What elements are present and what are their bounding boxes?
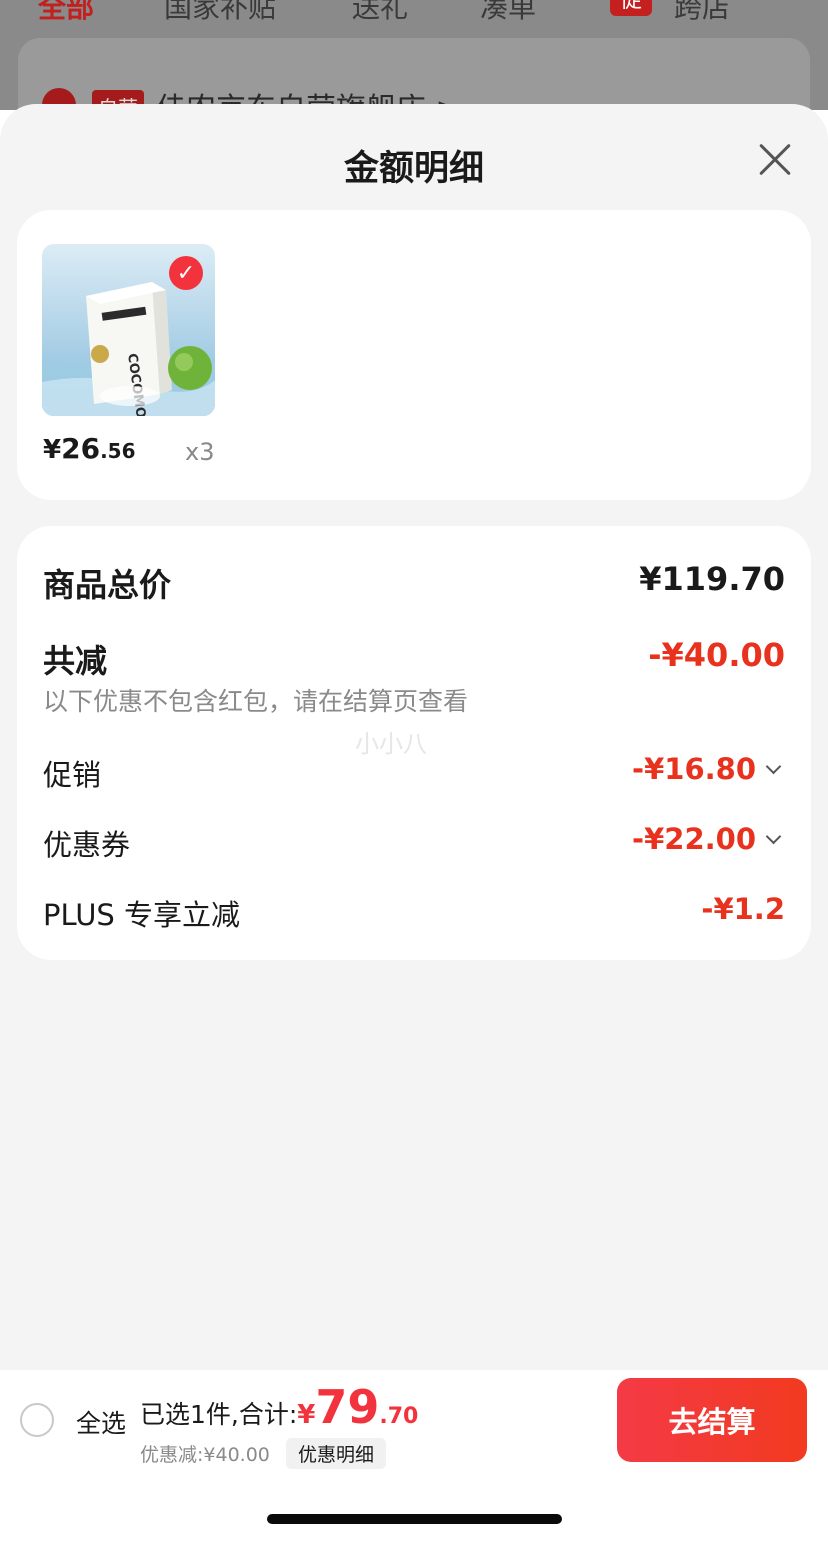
chevron-down-icon [765,758,782,775]
reduction-note: 以下优惠不包含红包，请在结算页查看 [43,687,469,716]
sheet-title: 金额明细 [343,149,484,189]
chevron-down-icon [765,828,782,845]
coupon-value: -¥22.00 [632,822,756,856]
promo-value-toggle[interactable]: -¥16.80 [632,752,782,786]
tab-subsidy[interactable]: 国家补贴 [164,0,276,26]
coupon-label: 优惠券 [43,828,131,862]
plus-discount-label: PLUS 专享立减 [43,898,241,932]
tab-cross-store[interactable]: 跨店 [674,0,730,26]
total-price-label: 商品总价 [43,566,172,604]
total-price-value: ¥119.70 [639,560,785,598]
checkout-bar: 全选 已选1件,合计:¥79.70 优惠减:¥40.00 优惠明细 去结算 [0,1370,828,1470]
coupon-value-toggle[interactable]: -¥22.00 [632,822,782,856]
total-reduction-label: 共减 [43,642,108,680]
tab-gift[interactable]: 送礼 [352,0,408,26]
total-reduction-value: -¥40.00 [648,636,785,674]
tab-bundle[interactable]: 凑单 [480,0,536,26]
close-icon[interactable] [756,140,794,178]
amount-detail-sheet: 金额明细 COCOMOMENT ✓ ¥26.56 x3 商品总价 ¥119.70… [0,104,828,1370]
discount-text: 优惠减:¥40.00 [140,1444,270,1466]
total-price-int: 79 [315,1380,380,1434]
checkout-button[interactable]: 去结算 [617,1378,807,1462]
select-all-label[interactable]: 全选 [76,1404,126,1440]
home-indicator[interactable] [267,1514,562,1524]
discount-detail-link[interactable]: 优惠明细 [286,1438,387,1469]
watermark-text: 小小八 [355,730,427,758]
product-card: COCOMOMENT ✓ ¥26.56 x3 [17,210,811,500]
check-icon[interactable]: ✓ [169,256,203,290]
promo-value: -¥16.80 [632,752,756,786]
product-price: ¥26.56 [43,432,136,465]
product-quantity: x3 [185,438,215,466]
promo-label: 促销 [43,758,102,792]
select-all-radio[interactable] [20,1403,54,1437]
category-tabs: 全部 国家补贴 送礼 凑单 促 跨店 [0,0,828,24]
selected-count-text: 已选1件,合计: [140,1400,298,1429]
price-detail-card: 商品总价 ¥119.70 共减 -¥40.00 以下优惠不包含红包，请在结算页查… [17,526,811,960]
promo-badge: 促 [610,0,653,16]
order-summary: 已选1件,合计:¥79.70 [140,1380,419,1434]
tab-all[interactable]: 全部 [38,0,94,26]
plus-discount-value: -¥1.2 [701,892,785,926]
background-page: 全部 国家补贴 送礼 凑单 促 跨店 自营 佳农京东自营旗舰店 > [0,0,828,110]
